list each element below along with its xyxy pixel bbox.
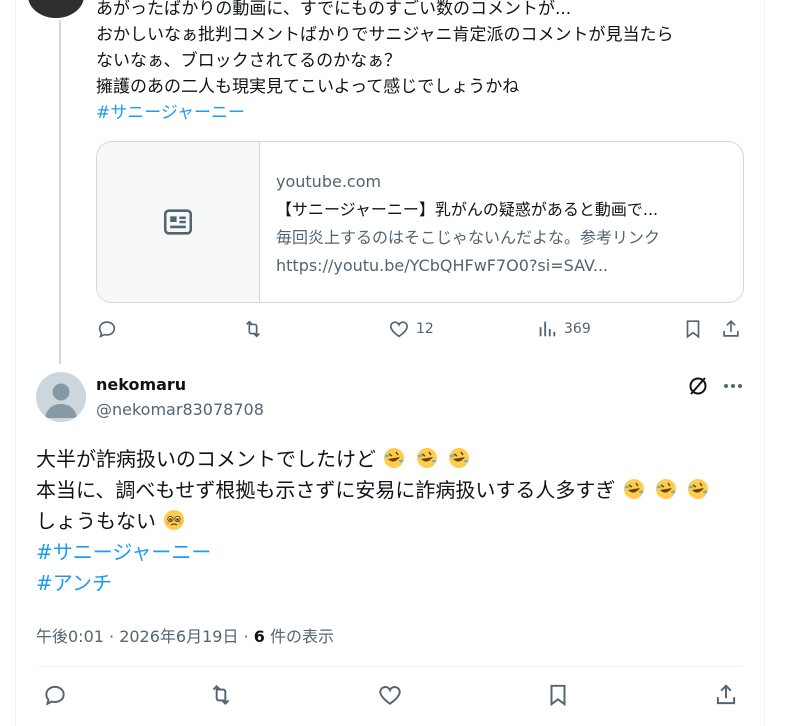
card-domain: youtube.com — [276, 172, 382, 191]
reply-text-segment: 大半が詐病扱いのコメントでしたけど — [36, 447, 376, 471]
card-thumbnail — [97, 142, 260, 302]
retweet-button[interactable] — [242, 318, 264, 340]
parent-text-line: ないなぁ、ブロックされてるのかなぁ？ — [96, 51, 402, 71]
link-preview-card[interactable]: youtube.com 【サニージャーニー】乳がんの疑惑があると動画で... 毎… — [96, 141, 744, 303]
share-button[interactable] — [720, 318, 742, 340]
rofl-emoji — [449, 448, 470, 468]
pleading-emoji — [164, 510, 185, 530]
share-icon — [716, 684, 736, 705]
user-handle[interactable]: @nekomar83078708 — [96, 400, 264, 419]
rofl-emoji — [416, 448, 437, 468]
reply-text-line-2: 本当に、調べもせず根拠も示さずに安易に詐病扱いする人多すぎ — [36, 475, 756, 506]
user-avatar[interactable] — [36, 372, 86, 422]
share-icon — [723, 320, 739, 337]
bookmark-button[interactable] — [682, 318, 704, 340]
reply-text-segment: しょうもない — [36, 509, 156, 533]
rofl-emoji — [384, 448, 405, 468]
default-avatar-icon — [45, 383, 77, 418]
bookmark-icon — [686, 320, 700, 339]
view-label: 件の表示 — [264, 627, 334, 646]
rofl-emoji — [623, 479, 644, 499]
column-border-right — [764, 0, 765, 726]
parent-avatar[interactable] — [28, 0, 84, 18]
views-icon — [539, 321, 556, 337]
grok-icon — [689, 377, 707, 395]
card-body: youtube.com 【サニージャーニー】乳がんの疑惑があると動画で... 毎… — [260, 142, 742, 302]
hashtag-link[interactable]: #アンチ — [36, 568, 756, 599]
column-border-left — [15, 0, 16, 726]
grok-button[interactable] — [686, 374, 710, 398]
reply-button[interactable] — [42, 682, 68, 708]
rofl-emoji — [656, 479, 677, 499]
retweet-icon — [245, 320, 261, 338]
more-icon — [724, 384, 742, 388]
reply-action-bar — [36, 682, 746, 712]
user-display-name[interactable]: nekomaru — [96, 375, 186, 394]
views-count: 369 — [564, 321, 591, 337]
retweet-button[interactable] — [208, 682, 234, 708]
card-title: 【サニージャーニー】乳がんの疑惑があると動画で... — [276, 200, 659, 219]
reply-icon — [98, 321, 116, 338]
reply-text-line-1: 大半が詐病扱いのコメントでしたけど — [36, 444, 756, 475]
view-count: 6 — [253, 627, 265, 646]
thread-connector-line — [59, 20, 61, 364]
reply-tweet-text: 大半が詐病扱いのコメントでしたけど 本当に、調べもせず根拠も示さずに安易に詐病扱… — [36, 444, 756, 599]
parent-hashtag-link[interactable]: #サニージャーニー — [96, 100, 756, 126]
more-button[interactable] — [721, 374, 745, 398]
tweet-timestamp[interactable]: 午後0:01 · 2026年6月19日 · — [36, 627, 254, 646]
views-button[interactable]: 369 — [536, 318, 591, 340]
reply-text-segment: 本当に、調べもせず根拠も示さずに安易に詐病扱いする人多すぎ — [36, 478, 616, 502]
hashtag-link[interactable]: #サニージャーニー — [36, 537, 756, 568]
like-count: 12 — [416, 321, 434, 337]
card-url: https://youtu.be/YCbQHFwF7O0?si=SAV... — [276, 256, 609, 275]
bookmark-icon — [550, 684, 566, 707]
divider — [36, 666, 742, 667]
reply-button[interactable] — [96, 318, 118, 340]
parent-text-line: あがったばかりの動画に、すでにものすごい数のコメントが... — [96, 0, 572, 19]
parent-action-bar: 12 369 — [96, 318, 756, 344]
article-icon — [163, 209, 193, 235]
retweet-icon — [212, 684, 230, 706]
reply-icon — [45, 685, 65, 706]
parent-tweet-text: あがったばかりの動画に、すでにものすごい数のコメントが... おかしいなぁ批判コ… — [96, 0, 756, 126]
card-description: 毎回炎上するのはそこじゃないんだよな。参考リンク — [276, 228, 661, 247]
rofl-emoji — [688, 479, 709, 499]
parent-text-line: おかしいなぁ批判コメントばかりでサニジャニ肯定派のコメントが見当たら — [96, 25, 674, 45]
heart-icon — [389, 321, 409, 338]
like-button[interactable] — [377, 682, 403, 708]
bookmark-button[interactable] — [545, 682, 571, 708]
share-button[interactable] — [713, 682, 739, 708]
tweet-meta: 午後0:01 · 2026年6月19日 · 6 件の表示 — [36, 623, 334, 647]
heart-icon — [379, 686, 401, 705]
parent-text-line: 擁護のあの二人も現実見てこいよって感じでしょうかね — [96, 77, 520, 97]
reply-text-line-3: しょうもない — [36, 506, 756, 537]
like-button[interactable]: 12 — [388, 318, 434, 340]
